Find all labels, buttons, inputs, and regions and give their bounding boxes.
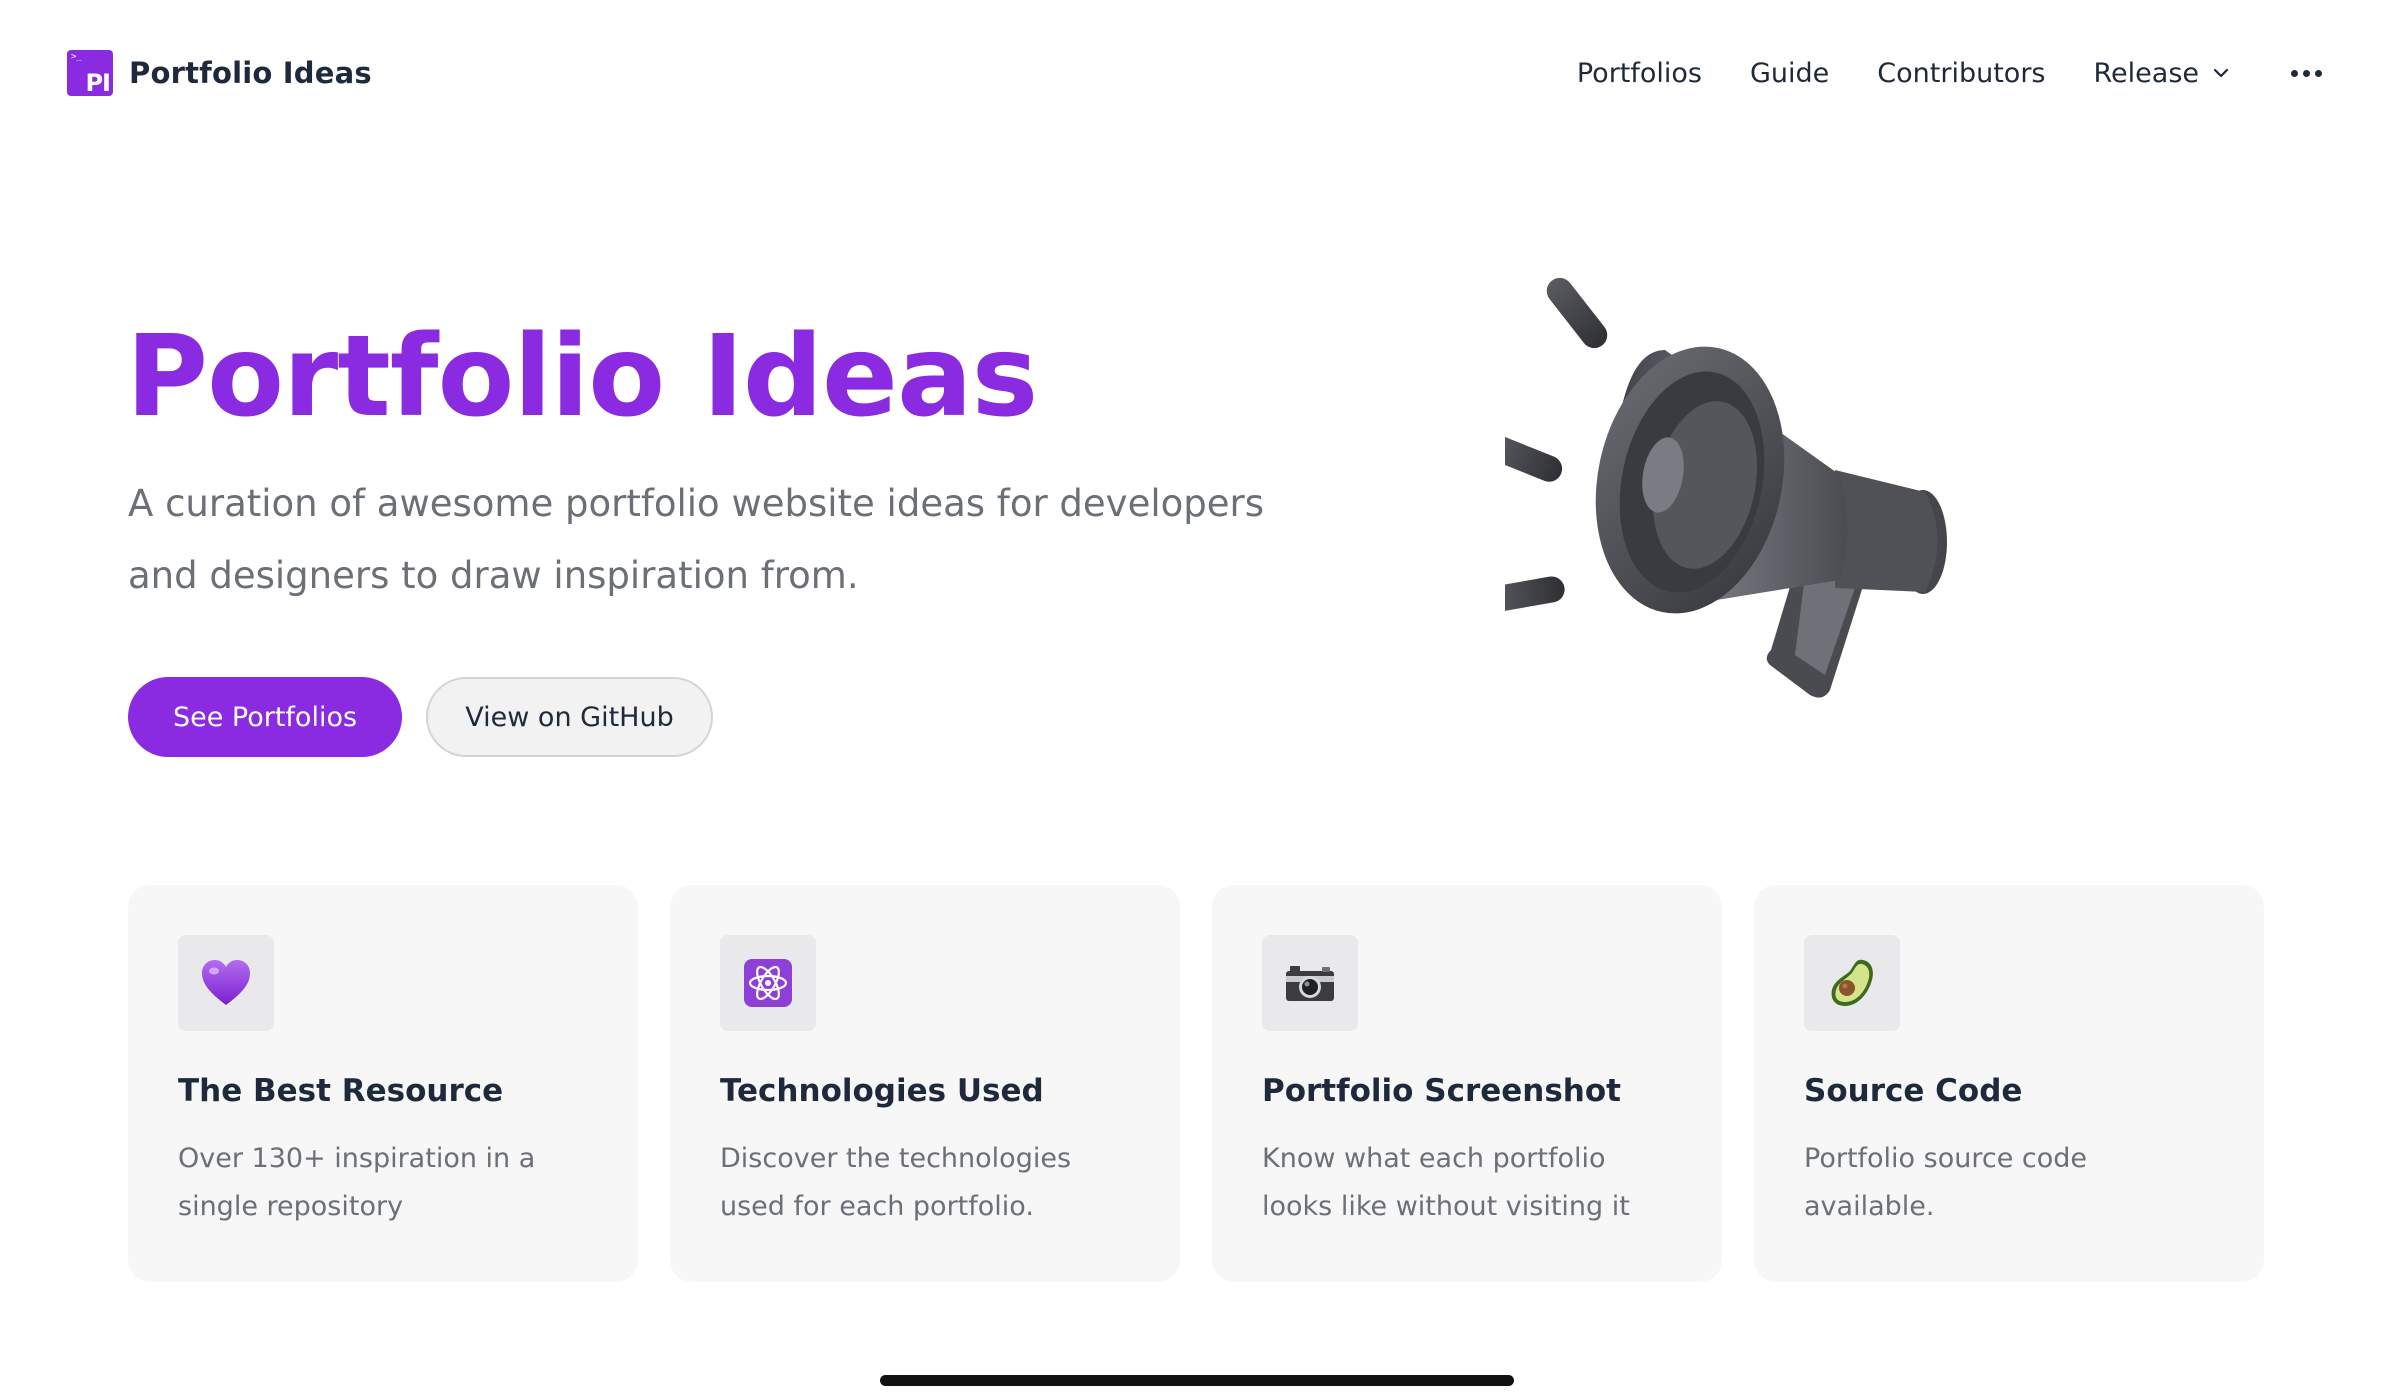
megaphone-icon bbox=[1505, 277, 1947, 698]
see-portfolios-button[interactable]: See Portfolios bbox=[128, 677, 402, 757]
view-on-github-button[interactable]: View on GitHub bbox=[426, 677, 713, 757]
feature-description: Over 130+ inspiration in a single reposi… bbox=[178, 1143, 536, 1222]
feature-card-source-code: Source Code Portfolio source code availa… bbox=[1754, 885, 2264, 1282]
brand-name: Portfolio Ideas bbox=[129, 56, 372, 90]
nav-release-label: Release bbox=[2093, 57, 2200, 89]
more-horizontal-icon[interactable] bbox=[2291, 69, 2322, 77]
camera-icon bbox=[1262, 935, 1358, 1031]
nav-links: Portfolios Guide Contributors Release bbox=[1577, 53, 2388, 93]
nav-link-guide[interactable]: Guide bbox=[1750, 58, 1829, 89]
purple-heart-icon bbox=[178, 935, 274, 1031]
hero-title: Portfolio Ideas bbox=[126, 312, 1038, 442]
feature-title: Source Code bbox=[1804, 1073, 2023, 1109]
nav-release-dropdown[interactable]: Release bbox=[2094, 58, 2232, 89]
logo-prompt: >_ bbox=[71, 52, 82, 62]
brand-link[interactable]: >_ PI Portfolio Ideas bbox=[67, 50, 372, 96]
feature-title: Technologies Used bbox=[720, 1073, 1044, 1109]
feature-title: The Best Resource bbox=[178, 1073, 504, 1109]
feature-description: Discover the technologies used for each … bbox=[720, 1143, 1072, 1222]
page: >_ PI Portfolio Ideas Portfolios Guide C… bbox=[0, 0, 2388, 1400]
feature-description: Portfolio source code available. bbox=[1804, 1143, 2088, 1222]
chevron-down-icon bbox=[2213, 68, 2229, 78]
logo-text: PI bbox=[85, 69, 111, 97]
hero-subtitle: A curation of awesome portfolio website … bbox=[128, 482, 1264, 597]
logo-icon: >_ PI bbox=[67, 50, 113, 96]
top-nav: >_ PI Portfolio Ideas Portfolios Guide C… bbox=[0, 0, 2388, 150]
atom-icon bbox=[720, 935, 816, 1031]
feature-card-technologies: Technologies Used Discover the technolog… bbox=[670, 885, 1180, 1282]
feature-title: Portfolio Screenshot bbox=[1262, 1073, 1621, 1109]
avocado-icon bbox=[1804, 935, 1900, 1031]
nav-link-portfolios[interactable]: Portfolios bbox=[1577, 58, 1702, 89]
feature-card-best-resource: The Best Resource Over 130+ inspiration … bbox=[128, 885, 638, 1282]
feature-description: Know what each portfolio looks like with… bbox=[1262, 1143, 1630, 1222]
home-indicator[interactable] bbox=[880, 1375, 1514, 1386]
feature-card-screenshot: Portfolio Screenshot Know what each port… bbox=[1212, 885, 1722, 1282]
nav-link-contributors[interactable]: Contributors bbox=[1877, 58, 2045, 89]
